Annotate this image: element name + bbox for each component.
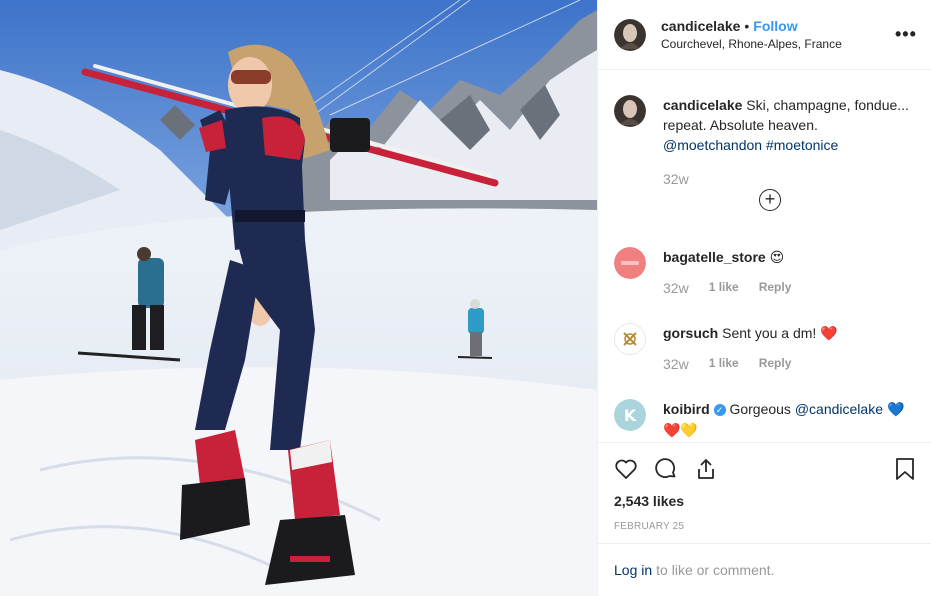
comment-item: K koibird ✓ Gorgeous @candicelake 💙 ❤️💛: [614, 399, 914, 441]
comment-username[interactable]: koibird: [663, 401, 710, 417]
location-link[interactable]: Courchevel, Rhone-Alpes, France: [661, 35, 895, 53]
svg-text:K: K: [624, 406, 637, 425]
comment-avatar[interactable]: [614, 247, 646, 279]
comment-time[interactable]: 32w: [663, 356, 689, 372]
login-prompt: Log in to like or comment.: [598, 543, 931, 596]
author-username[interactable]: candicelake: [661, 18, 740, 34]
post-header: candicelake • Follow Courchevel, Rhone-Alp…: [598, 0, 931, 70]
caption-mention[interactable]: @moetchandon: [663, 137, 762, 153]
instagram-post: candicelake • Follow Courchevel, Rhone-Alp…: [0, 0, 931, 596]
caption: candicelake Ski, champagne, fondue... re…: [614, 95, 914, 187]
comments-section: candicelake Ski, champagne, fondue... re…: [598, 71, 931, 441]
caption-avatar[interactable]: [614, 95, 646, 127]
comment-text: Sent you a dm!: [718, 325, 821, 341]
comment-avatar[interactable]: K: [614, 399, 646, 431]
post-date[interactable]: FEBRUARY 25: [614, 521, 916, 532]
follow-button[interactable]: Follow: [753, 18, 797, 34]
login-link[interactable]: Log in: [614, 562, 652, 578]
caption-time[interactable]: 32w: [663, 171, 689, 187]
author-avatar[interactable]: [614, 18, 646, 51]
like-heart-icon[interactable]: [614, 457, 638, 481]
load-more-comments-icon[interactable]: +: [759, 189, 781, 211]
verified-badge-icon: ✓: [713, 404, 726, 417]
comment-emoji: 😍: [769, 250, 785, 266]
caption-hashtag[interactable]: #moetonice: [766, 137, 838, 153]
comment-emoji: 💙: [882, 402, 905, 418]
comment-time[interactable]: 32w: [663, 280, 689, 296]
more-options-icon[interactable]: •••: [895, 24, 916, 45]
header-meta: candicelake • Follow Courchevel, Rhone-Alp…: [661, 17, 895, 53]
comment-item: bagatelle_store 😍 32w 1 like Reply: [614, 247, 914, 296]
comment-emoji-line2: ❤️💛: [663, 423, 698, 439]
comment-text: Gorgeous: [725, 401, 795, 417]
caption-username[interactable]: candicelake: [663, 97, 742, 113]
comment-item: gorsuch Sent you a dm! ❤️ 32w 1 like Reply: [614, 323, 914, 372]
post-actions: 2,543 likes FEBRUARY 25: [598, 442, 931, 532]
comment-likes[interactable]: 1 like: [709, 280, 739, 296]
caption-text: candicelake Ski, champagne, fondue... re…: [663, 95, 914, 155]
bookmark-icon[interactable]: [894, 457, 916, 481]
comment-mention[interactable]: @candicelake: [795, 401, 883, 417]
comment-emoji: ❤️: [820, 326, 838, 342]
share-icon[interactable]: [694, 457, 718, 481]
comment-bubble-icon[interactable]: [654, 457, 678, 481]
separator-dot: •: [744, 17, 750, 34]
post-sidebar: candicelake • Follow Courchevel, Rhone-Alp…: [597, 0, 931, 596]
ski-photo-illustration: [0, 0, 597, 596]
comment-username[interactable]: gorsuch: [663, 325, 718, 341]
reply-button[interactable]: Reply: [759, 356, 792, 372]
post-photo[interactable]: [0, 0, 597, 596]
comment-likes[interactable]: 1 like: [709, 356, 739, 372]
comment-avatar[interactable]: [614, 323, 646, 355]
comment-username[interactable]: bagatelle_store: [663, 249, 766, 265]
reply-button[interactable]: Reply: [759, 280, 792, 296]
login-text: to like or comment.: [656, 562, 775, 578]
like-count[interactable]: 2,543 likes: [614, 493, 916, 509]
